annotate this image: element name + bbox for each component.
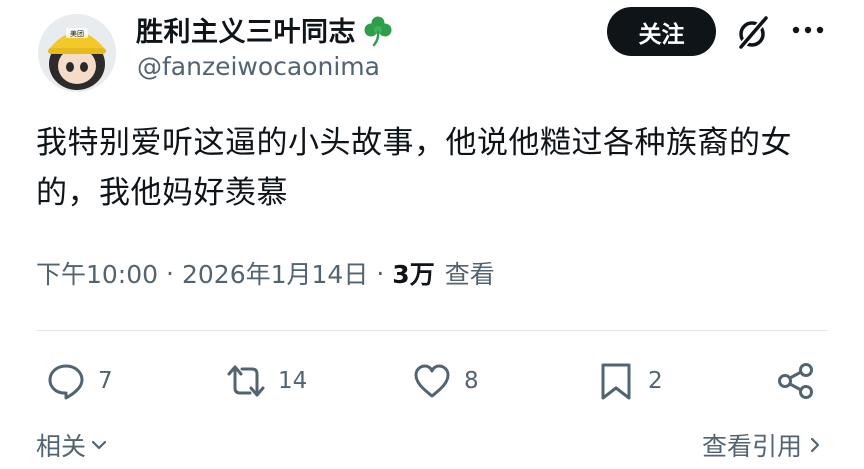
author-handle[interactable]: @fanzeiwocaonima xyxy=(137,52,380,81)
like-icon xyxy=(414,364,450,398)
author-name[interactable]: 胜利主义三叶同志 xyxy=(136,10,356,49)
like-button[interactable]: 8 xyxy=(412,361,479,401)
quotes-label: 查看引用 xyxy=(701,432,802,461)
chevron-right-icon xyxy=(810,437,820,453)
views-count: 3万 xyxy=(392,260,435,289)
meta-separator: · xyxy=(376,258,385,288)
action-bar: 7 14 8 2 xyxy=(0,355,864,411)
reply-button[interactable]: 7 xyxy=(46,361,113,401)
bookmark-icon xyxy=(601,363,631,400)
more-icon[interactable] xyxy=(790,20,826,40)
post-time: 下午10:00 xyxy=(36,260,159,289)
bookmark-count: 2 xyxy=(648,368,663,394)
post-date[interactable]: 2026年1月14日 xyxy=(182,255,368,291)
grok-icon[interactable] xyxy=(733,14,773,52)
share-icon xyxy=(778,363,813,399)
divider xyxy=(36,330,828,331)
reply-count: 7 xyxy=(98,368,113,394)
meta-separator: · xyxy=(166,258,174,288)
view-quotes-link[interactable]: 查看引用 xyxy=(702,427,824,463)
share-button[interactable] xyxy=(776,361,816,401)
post-text: 我特别爱听这逼的小头故事，他说他糙过各种族裔的女的，我他妈好羡慕 xyxy=(36,125,792,211)
bookmark-button[interactable]: 2 xyxy=(596,361,663,401)
related-label: 相关 xyxy=(36,432,87,461)
repost-icon xyxy=(227,365,265,397)
repost-button[interactable]: 14 xyxy=(226,361,307,401)
clover-icon xyxy=(364,16,392,46)
avatar-image: 美团 xyxy=(38,14,116,92)
post-meta: 下午10:00 · 2026年1月14日 · 3万 查看 xyxy=(36,255,495,291)
views-label: 查看 xyxy=(444,260,495,289)
author-name-row: 胜利主义三叶同志 xyxy=(136,10,396,49)
avatar[interactable]: 美团 xyxy=(38,14,116,92)
related-link[interactable]: 相关 xyxy=(36,427,108,463)
avatar-badge: 美团 xyxy=(70,29,84,38)
follow-button[interactable]: 关注 xyxy=(607,7,716,56)
reply-icon xyxy=(48,364,84,400)
like-count: 8 xyxy=(464,368,479,394)
repost-count: 14 xyxy=(278,368,308,394)
chevron-down-icon xyxy=(91,440,107,450)
